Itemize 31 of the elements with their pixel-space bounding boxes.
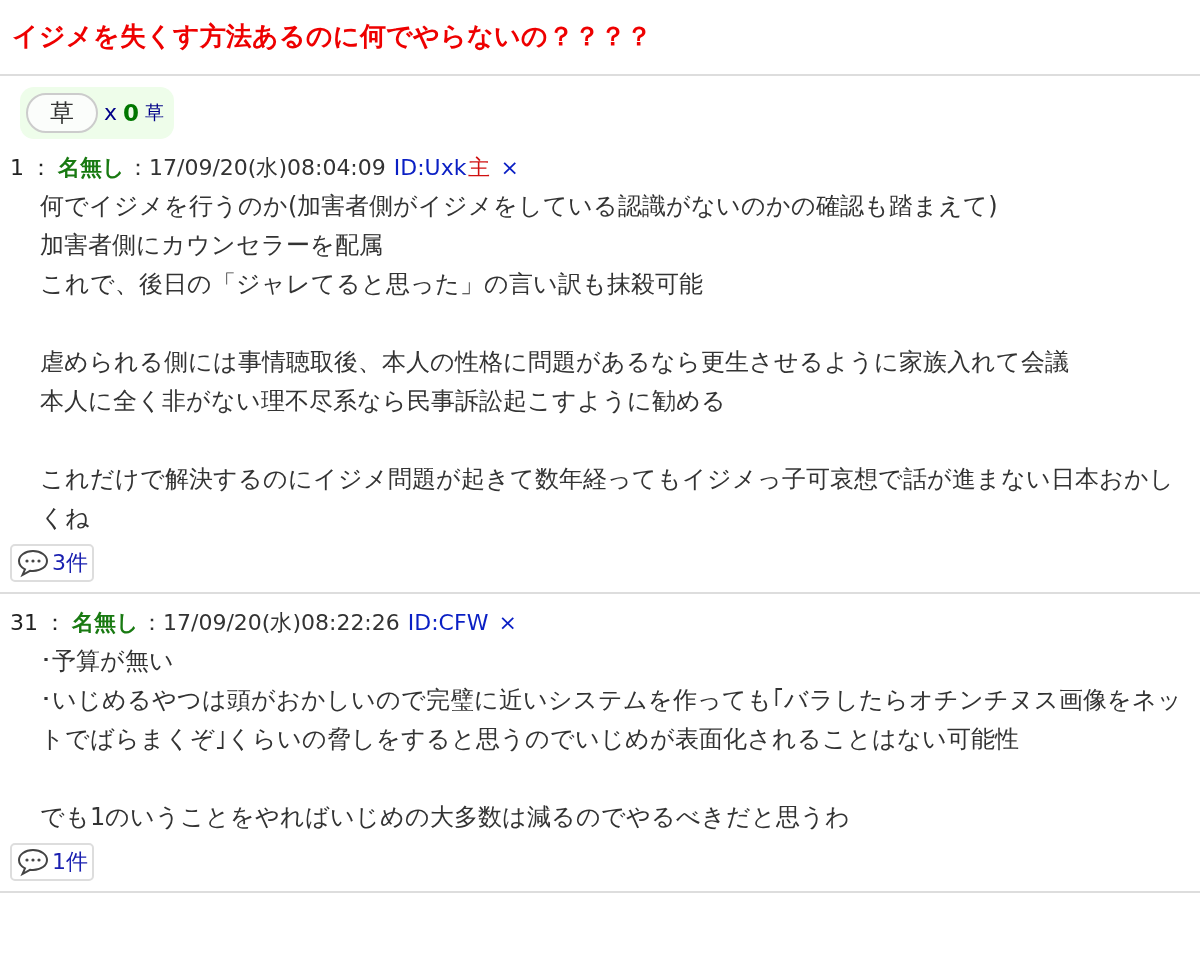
thread-title: イジメを失くす方法あるのに何でやらないの？？？？ <box>0 0 1200 76</box>
post-text-line: ･いじめるやつは頭がおかしいので完璧に近いシステムを作っても｢バラしたらオチンチヌス画像をネットでばらまくぞ｣くらいの脅しをすると思うのでいじめが表面化されることはない可能性 <box>40 684 1183 755</box>
replies-button[interactable]: 3件 <box>10 543 94 582</box>
post-text-line: 加害者側にカウンセラーを配属 <box>40 229 383 261</box>
post-text-line: でも1のいうことをやればいじめの大多数は減るのでやるべきだと思うわ <box>40 801 851 833</box>
separator: ： <box>43 608 67 637</box>
reaction-multiplier: x <box>104 100 118 126</box>
reaction-unit: 草 <box>145 99 165 125</box>
poster-name: 名無し <box>72 608 139 637</box>
post-number: 31 <box>10 609 38 635</box>
post-date: ：17/09/20(水)08:04:09 <box>127 153 386 182</box>
reaction-count: 0 <box>123 99 140 126</box>
speech-bubble-icon <box>16 547 50 578</box>
post-text-line: これだけで解決するのにイジメ問題が起きて数年経ってもイジメっ子可哀想で話が進まない日本おかしくね <box>40 463 1175 534</box>
reaction-button[interactable]: 草 <box>26 92 98 133</box>
hide-link[interactable]: × <box>500 154 519 180</box>
post-text-line: 何でイジメを行うのか(加害者側がイジメをしている認識がないのかの確認も踏まえて) <box>40 190 998 222</box>
replies-button[interactable]: 1件 <box>10 842 94 881</box>
separator: ： <box>29 153 53 182</box>
owner-mark: 主 <box>468 153 491 182</box>
post-text-line: 本人に全く非がない理不尽系なら民事訴訟起こすように勧める <box>40 385 726 417</box>
post-text-line: ･予算が無い <box>40 645 174 677</box>
hide-link[interactable]: × <box>498 609 517 635</box>
post-text-line: 虐められる側には事情聴取後、本人の性格に問題があるなら更生させるように家族入れて会議 <box>40 346 1069 378</box>
speech-bubble-icon <box>16 846 50 877</box>
poster-name: 名無し <box>58 153 125 182</box>
post-text-line: これで、後日の「ジャレてると思った」の言い訳も抹殺可能 <box>40 268 703 300</box>
poster-id: ID:Uxk <box>393 154 467 180</box>
post-number: 1 <box>10 154 24 180</box>
poster-id: ID:CFW <box>407 609 489 635</box>
post-date: ：17/09/20(水)08:22:26 <box>141 608 400 637</box>
